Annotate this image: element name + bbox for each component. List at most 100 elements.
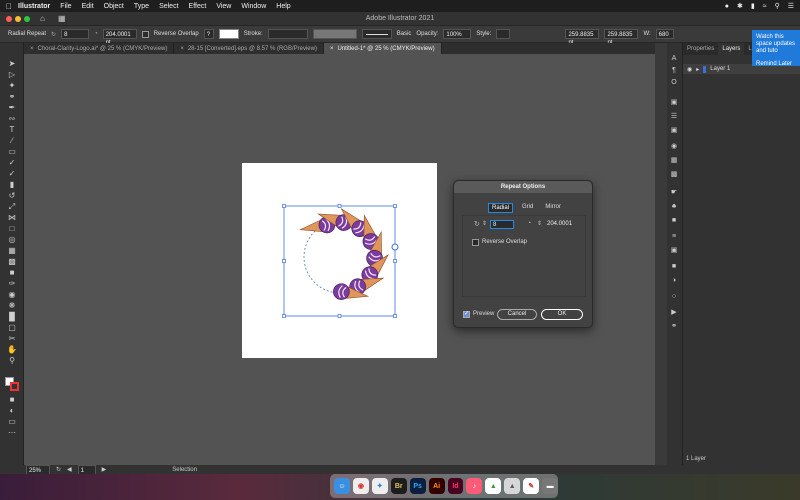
- lasso-tool-icon[interactable]: ⚭: [6, 92, 18, 101]
- ok-button[interactable]: OK: [541, 309, 583, 320]
- menu-edit[interactable]: Edit: [82, 3, 94, 10]
- notification-popup[interactable]: Watch this space updates and tuto Remind…: [752, 30, 800, 68]
- shape-builder-tool-icon[interactable]: ◎: [6, 235, 18, 244]
- battery-icon[interactable]: ▮: [751, 2, 755, 10]
- artboard-tool-icon[interactable]: ▢: [6, 323, 18, 332]
- menu-type[interactable]: Type: [134, 3, 149, 10]
- rotate-tool-icon[interactable]: ↺: [6, 191, 18, 200]
- draw-mode-icon[interactable]: ◐: [6, 406, 18, 415]
- cancel-button[interactable]: Cancel: [497, 309, 537, 320]
- stroke-swatch[interactable]: [218, 29, 239, 39]
- mode-grid[interactable]: Grid: [519, 203, 536, 213]
- close-tab-icon[interactable]: ×: [30, 46, 34, 52]
- zoom-level-field[interactable]: 25%: [26, 464, 50, 475]
- finder-icon[interactable]: ☺: [334, 478, 350, 494]
- radial-repeat-artwork[interactable]: [270, 195, 410, 325]
- opentype-panel-icon[interactable]: O: [669, 79, 679, 87]
- magic-wand-tool-icon[interactable]: ✦: [6, 81, 18, 90]
- actions-panel-icon[interactable]: ▶: [669, 309, 679, 317]
- creative-cloud-icon[interactable]: ●: [725, 3, 729, 10]
- control-center-icon[interactable]: ☰: [788, 2, 794, 10]
- curvature-tool-icon[interactable]: ∾: [6, 114, 18, 123]
- illustrator-icon[interactable]: Ai: [428, 478, 445, 494]
- music-icon[interactable]: ♪: [466, 478, 483, 494]
- tab-28-15-converted[interactable]: × 28-15 [Converted].eps @ 8.57 % (RGB/Pr…: [174, 43, 324, 54]
- column-graph-tool-icon[interactable]: █: [6, 312, 18, 321]
- brush-definition[interactable]: [361, 29, 392, 39]
- opacity-field[interactable]: 100%: [443, 29, 472, 39]
- line-tool-icon[interactable]: ∕: [6, 136, 18, 145]
- notes-icon[interactable]: ✎: [523, 478, 540, 494]
- indesign-icon[interactable]: Id: [447, 478, 464, 494]
- selection-handle[interactable]: [393, 314, 397, 318]
- edit-toolbar-icon[interactable]: ⋯: [6, 428, 18, 437]
- reverse-overlap-checkbox[interactable]: [141, 30, 149, 38]
- x-field[interactable]: 259.8835 pt: [565, 29, 600, 46]
- gradient-panel-icon[interactable]: ■: [669, 263, 679, 271]
- menu-help[interactable]: Help: [276, 3, 290, 10]
- expand-chevron-icon[interactable]: ▸: [696, 66, 699, 73]
- mesh-tool-icon[interactable]: ▩: [6, 257, 18, 266]
- close-tab-icon[interactable]: ×: [180, 46, 184, 52]
- tab-properties[interactable]: Properties: [683, 43, 718, 55]
- zoom-tool-icon[interactable]: ⚲: [6, 356, 18, 365]
- hand-tool-icon[interactable]: ✋: [6, 345, 18, 354]
- graphic-styles-panel-icon[interactable]: ■: [669, 217, 679, 225]
- menu-file[interactable]: File: [60, 3, 71, 10]
- slice-tool-icon[interactable]: ✂: [6, 334, 18, 343]
- instances-field[interactable]: 8: [61, 29, 90, 39]
- radius-handle[interactable]: [391, 243, 399, 251]
- menu-window[interactable]: Window: [241, 3, 266, 10]
- paragraph-panel-icon[interactable]: ¶: [669, 67, 679, 75]
- width-field[interactable]: 680: [655, 29, 674, 39]
- character-panel-icon[interactable]: A: [669, 55, 679, 63]
- direct-selection-tool-icon[interactable]: ▷: [6, 70, 18, 79]
- blend-tool-icon[interactable]: ◉: [6, 290, 18, 299]
- eyedropper-tool-icon[interactable]: ✑: [6, 279, 18, 288]
- trash-icon[interactable]: ▬: [542, 478, 559, 494]
- chrome-icon[interactable]: ◉: [352, 478, 369, 494]
- apple-icon[interactable]: : [0, 2, 18, 11]
- eraser-tool-icon[interactable]: ▮: [6, 180, 18, 189]
- bluetooth-icon[interactable]: ✱: [737, 2, 743, 10]
- menu-effect[interactable]: Effect: [189, 3, 207, 10]
- bridge-icon[interactable]: Br: [390, 478, 407, 494]
- layers-panel-icon[interactable]: ☰: [669, 113, 679, 121]
- stroke-weight-field[interactable]: [267, 29, 308, 39]
- symbols-panel-icon[interactable]: ♣: [669, 203, 679, 211]
- swatches-panel-icon[interactable]: ▦: [669, 157, 679, 165]
- layer-name[interactable]: Layer 1: [710, 66, 730, 72]
- menu-view[interactable]: View: [216, 3, 231, 10]
- next-artboard-icon[interactable]: ▶: [102, 466, 107, 473]
- selection-tool-icon[interactable]: ➤: [6, 59, 18, 68]
- menu-select[interactable]: Select: [159, 3, 178, 10]
- selection-handle[interactable]: [393, 259, 397, 263]
- selection-handle[interactable]: [337, 314, 342, 318]
- remind-later-link[interactable]: Remind Later: [756, 61, 796, 68]
- photoshop-icon[interactable]: Ps: [409, 478, 426, 494]
- rectangle-tool-icon[interactable]: ▭: [6, 147, 18, 156]
- instances-input[interactable]: 8: [490, 220, 514, 229]
- rotate-view-icon[interactable]: ↻: [56, 466, 61, 473]
- close-tab-icon[interactable]: ×: [330, 46, 334, 52]
- selection-handle[interactable]: [337, 204, 342, 208]
- instances-stepper[interactable]: ⇕: [482, 220, 487, 227]
- menu-object[interactable]: Object: [104, 3, 124, 10]
- transform-panel-icon[interactable]: ▣: [669, 247, 679, 255]
- safari-icon[interactable]: ✦: [371, 478, 388, 494]
- pathfinder-panel-icon[interactable]: ▩: [669, 171, 679, 179]
- appearance-panel-icon[interactable]: ○: [669, 293, 679, 301]
- perspective-grid-tool-icon[interactable]: ▦: [6, 246, 18, 255]
- radius-field[interactable]: 204.0001 pt: [102, 29, 137, 46]
- tab-choral-clarity-logo[interactable]: × Choral-Clarity-Logo.ai* @ 25 % (CMYK/P…: [24, 43, 175, 54]
- visibility-eye-icon[interactable]: ◉: [687, 66, 692, 73]
- mode-mirror[interactable]: Mirror: [542, 203, 564, 213]
- radius-input[interactable]: 204.0001: [545, 220, 577, 229]
- shaper-tool-icon[interactable]: ✓: [6, 169, 18, 178]
- wifi-icon[interactable]: ≈: [763, 3, 767, 10]
- radius-stepper[interactable]: ⇕: [537, 220, 542, 227]
- type-tool-icon[interactable]: T: [6, 125, 18, 134]
- preview-checkbox[interactable]: ✓: [463, 311, 470, 318]
- free-transform-tool-icon[interactable]: □: [6, 224, 18, 233]
- libraries-panel-icon[interactable]: ▣: [669, 99, 679, 107]
